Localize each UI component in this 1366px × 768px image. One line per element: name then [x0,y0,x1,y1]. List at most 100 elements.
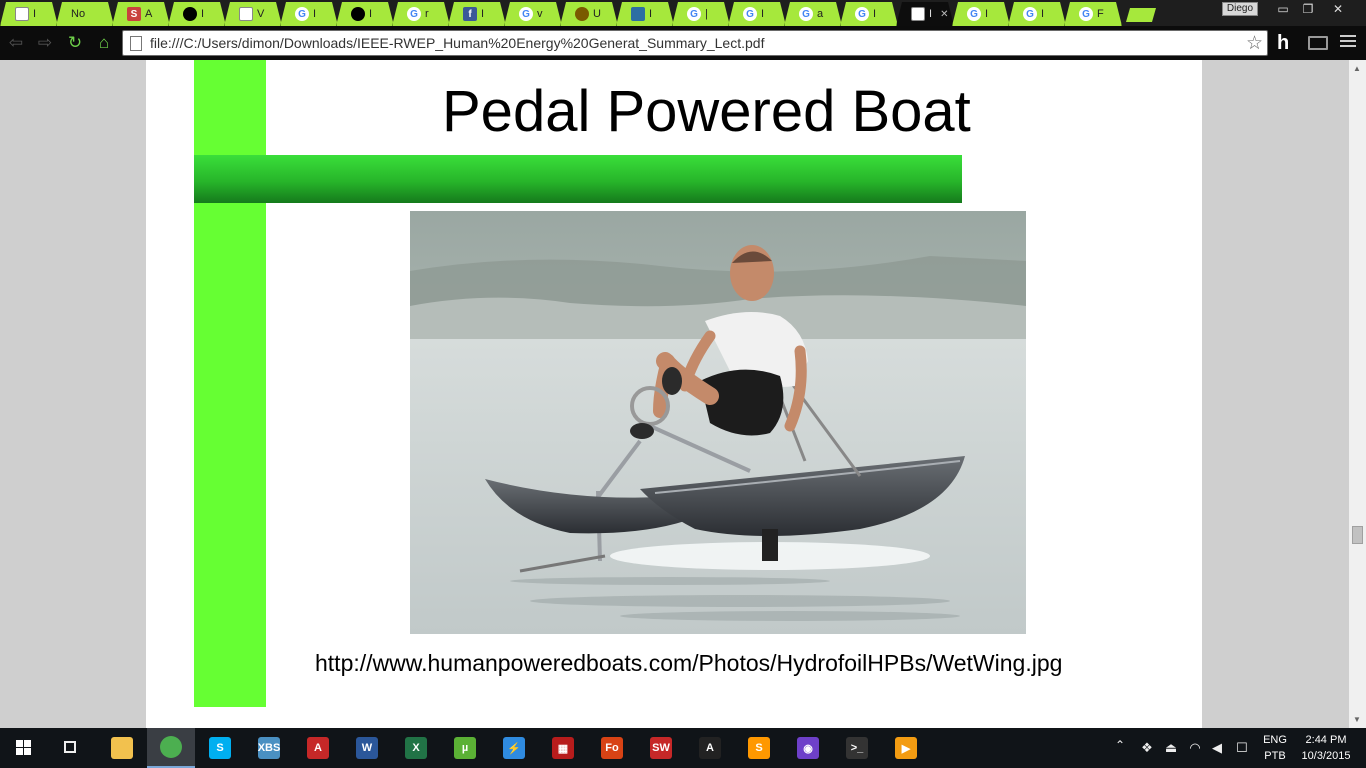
windows-taskbar: S XBS A W Xµ ⚡ ▦ Fo SW A S ◉ >_ ▶ ⌃ ❖ ⏏ ◠ ◀ ☐ ENG PTB… [0,728,1366,768]
minimize-button[interactable]: ▭ [1270,0,1296,18]
media-player-taskbar-button[interactable]: ▶ [882,728,930,768]
arrow-left-icon: ⇦ [8,33,24,52]
chrome-taskbar-button[interactable] [147,728,195,768]
tab-close-icon[interactable]: ✕ [940,9,948,20]
xbs-icon: XBS [258,737,280,759]
tab-title: r [425,8,429,20]
bug-icon [575,7,589,21]
tab[interactable]: GI [280,2,338,26]
lightning-taskbar-button[interactable]: ⚡ [490,728,538,768]
tab[interactable]: SA [112,2,170,26]
xbs-taskbar-button[interactable]: XBS [245,728,293,768]
tab-title: I [649,8,653,20]
sublime-icon: S [748,737,770,759]
google-icon: G [519,7,533,21]
scroll-up-arrow-icon[interactable]: ▲ [1353,64,1361,73]
foxit-taskbar-button[interactable]: Fo [588,728,636,768]
notifications-icon[interactable]: ☐ [1234,740,1250,756]
google-icon: G [407,7,421,21]
github-desktop-taskbar-button[interactable]: ◉ [784,728,832,768]
facebook-icon: f [463,7,477,21]
extension-h-icon[interactable]: h [1277,31,1297,55]
checker-icon: ▦ [552,737,574,759]
cmd-taskbar-button[interactable]: >_ [833,728,881,768]
tab-title: I [201,8,205,20]
bookmark-star-icon[interactable]: ☆ [1246,32,1263,55]
checker-taskbar-button[interactable]: ▦ [539,728,587,768]
slide-title: Pedal Powered Boat [442,79,971,144]
new-tab-button[interactable] [1126,8,1156,22]
tab-title: V [257,8,265,20]
skype-taskbar-button[interactable]: S [196,728,244,768]
tab[interactable]: GF [1064,2,1122,26]
address-bar[interactable]: file:///C:/Users/dimon/Downloads/IEEE-RW… [122,30,1268,56]
tab[interactable]: U [560,2,618,26]
usb-icon[interactable]: ⏏ [1163,740,1179,756]
tab-title: F [1097,8,1104,20]
dropbox-icon[interactable]: ❖ [1139,740,1155,756]
menu-icon[interactable] [1340,35,1356,51]
scroll-thumb[interactable] [1352,526,1363,544]
start-button[interactable] [0,728,48,768]
tab-active[interactable]: I ✕ [896,2,954,26]
tab[interactable]: I [336,2,394,26]
google-icon: G [1023,7,1037,21]
tab-title: I [1041,8,1045,20]
image-source-caption[interactable]: http://www.humanpoweredboats.com/Photos/… [315,650,1062,677]
tab[interactable]: Gv [504,2,562,26]
reload-button[interactable]: ↻ [64,32,86,54]
tab[interactable]: GI [840,2,898,26]
cast-icon[interactable] [1308,36,1328,50]
tab[interactable]: V [224,2,282,26]
system-clock[interactable]: 2:44 PM 10/3/2015 [1296,732,1356,764]
github-icon [183,7,197,21]
home-button[interactable]: ⌂ [93,32,115,54]
volume-icon[interactable]: ◀ [1209,740,1225,756]
tab[interactable]: I [168,2,226,26]
boat-icon [631,7,645,21]
excel-taskbar-button[interactable]: X [392,728,440,768]
show-hidden-icons-icon[interactable]: ⌃ [1115,738,1125,752]
document-icon [15,7,29,21]
tab[interactable]: I [0,2,58,26]
wifi-icon[interactable]: ◠ [1187,740,1203,756]
word-taskbar-button[interactable]: W [343,728,391,768]
scroll-down-arrow-icon[interactable]: ▼ [1353,715,1361,724]
acrobat-icon: A [307,737,329,759]
tab[interactable]: No [56,2,114,26]
back-button[interactable]: ⇦ [5,32,27,54]
solidworks-taskbar-button[interactable]: SW [637,728,685,768]
skype-icon: S [209,737,231,759]
sublime-taskbar-button[interactable]: S [735,728,783,768]
tab-title: I [873,8,877,20]
tab[interactable]: GI [728,2,786,26]
close-window-button[interactable]: ✕ [1325,0,1351,18]
foxit-icon: Fo [601,737,623,759]
profile-button[interactable]: Diego [1222,2,1258,16]
tab-title: a [817,8,824,20]
solidworks-icon: SW [650,737,672,759]
tab-title: I [481,8,485,20]
arrow-right-icon: ⇨ [37,33,53,52]
tab[interactable]: Gr [392,2,450,26]
task-view-button[interactable] [56,738,86,758]
forward-button[interactable]: ⇨ [34,32,56,54]
tab[interactable]: GI [952,2,1010,26]
utorrent-taskbar-button[interactable]: µ [441,728,489,768]
github-desktop-icon: ◉ [797,737,819,759]
language-indicator[interactable]: ENG PTB [1260,732,1290,764]
tab[interactable]: fI [448,2,506,26]
file-explorer-taskbar-button[interactable] [98,728,146,768]
boat-photo [410,211,1026,634]
tab-title: I [313,8,317,20]
tab[interactable]: Ga [784,2,842,26]
tab[interactable]: G | [672,2,730,26]
restore-button[interactable]: ❐ [1295,0,1321,18]
vertical-scrollbar[interactable]: ▲ ▼ [1349,60,1366,728]
acrobat-taskbar-button[interactable]: A [294,728,342,768]
excel-icon: X [405,737,427,759]
url-text[interactable]: file:///C:/Users/dimon/Downloads/IEEE-RW… [150,35,764,51]
tab[interactable]: I [616,2,674,26]
autocad-taskbar-button[interactable]: A [686,728,734,768]
tab[interactable]: GI [1008,2,1066,26]
